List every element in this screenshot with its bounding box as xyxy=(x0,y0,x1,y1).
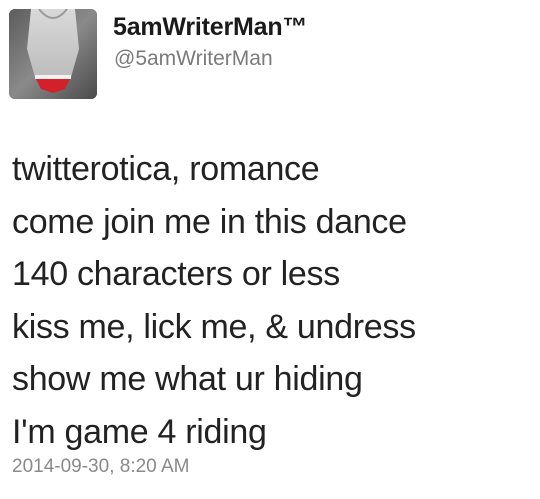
tweet-line: kiss me, lick me, & undress xyxy=(12,307,416,346)
tweet-card: 5amWriterMan™ @5amWriterMan twitterotica… xyxy=(0,0,540,499)
avatar-photo xyxy=(9,9,97,99)
tweet-text: twitterotica, romance come join me in th… xyxy=(12,143,532,458)
timestamp[interactable]: 2014-09-30, 8:20 AM xyxy=(12,456,189,478)
user-handle[interactable]: @5amWriterMan xyxy=(114,47,273,71)
tweet-line: show me what ur hiding xyxy=(12,360,363,398)
tweet-line: twitterotica, romance xyxy=(12,150,320,188)
avatar[interactable] xyxy=(9,9,97,99)
tweet-line: come join me in this dance xyxy=(12,202,407,241)
tweet-line: 140 characters or less xyxy=(12,255,340,293)
display-name[interactable]: 5amWriterMan™ xyxy=(113,13,307,42)
tweet-line: I'm game 4 riding xyxy=(12,412,267,451)
